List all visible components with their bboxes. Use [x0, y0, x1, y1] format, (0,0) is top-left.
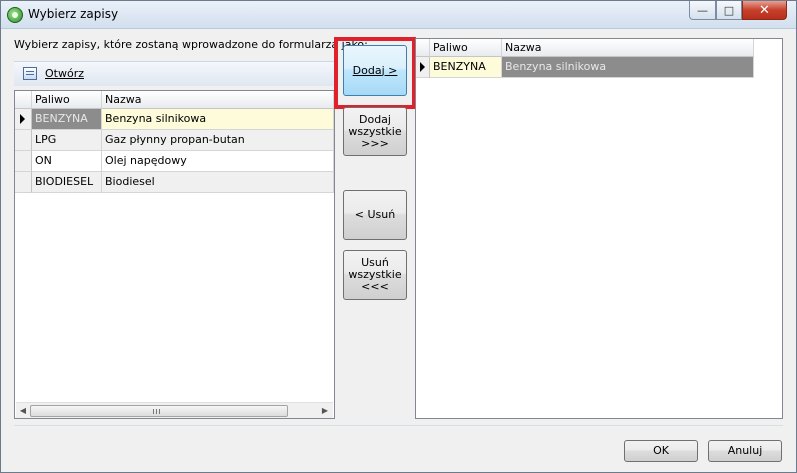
minimize-icon[interactable]: —: [689, 1, 716, 20]
row-header-corner: [416, 39, 430, 57]
remove-all-button-label: Usuń wszystkie <<<: [348, 256, 402, 293]
highlight-box: [334, 37, 416, 109]
column-header-nazwa[interactable]: Nazwa: [502, 39, 754, 57]
table-row[interactable]: LPG Gaz płynny propan-butan: [15, 130, 334, 151]
document-icon: [23, 67, 37, 80]
current-row-arrow-icon: [20, 114, 25, 124]
table-row[interactable]: BIODIESEL Biodiesel: [15, 172, 334, 193]
scroll-right-icon[interactable]: ▶: [319, 405, 331, 417]
cell-paliwo[interactable]: ON: [32, 151, 102, 172]
row-selector[interactable]: [15, 130, 32, 151]
table-row[interactable]: BENZYNA Benzyna silnikowa: [416, 57, 754, 78]
remove-button-label: < Usuń: [354, 208, 396, 221]
remove-all-button[interactable]: Usuń wszystkie <<<: [343, 250, 407, 300]
cell-paliwo[interactable]: BENZYNA: [32, 109, 102, 130]
available-records-grid[interactable]: Paliwo Nazwa BENZYNA Benzyna silnikowa L…: [14, 90, 335, 419]
instruction-label: Wybierz zapisy, które zostaną wprowadzon…: [14, 38, 368, 51]
row-selector[interactable]: [15, 109, 32, 130]
cell-paliwo[interactable]: BIODIESEL: [32, 172, 102, 193]
window-title: Wybierz zapisy: [28, 7, 119, 21]
title-bar[interactable]: Wybierz zapisy — □ ✕: [1, 1, 796, 29]
add-all-button[interactable]: Dodaj wszystkie >>>: [343, 107, 407, 156]
row-selector[interactable]: [416, 57, 430, 78]
cell-nazwa[interactable]: Benzyna silnikowa: [502, 57, 754, 78]
cell-nazwa[interactable]: Biodiesel: [102, 172, 334, 193]
app-icon: [7, 7, 23, 23]
selected-records-grid[interactable]: Paliwo Nazwa BENZYNA Benzyna silnikowa: [415, 38, 783, 419]
grip-icon: [153, 409, 160, 414]
cancel-button-label: Anuluj: [727, 444, 763, 457]
cell-paliwo[interactable]: LPG: [32, 130, 102, 151]
horizontal-scrollbar[interactable]: ◀ ▶: [16, 402, 333, 418]
column-header-paliwo[interactable]: Paliwo: [32, 91, 102, 109]
close-icon[interactable]: ✕: [742, 1, 787, 20]
column-header-nazwa[interactable]: Nazwa: [102, 91, 334, 109]
ok-button-label: OK: [653, 444, 669, 457]
row-selector[interactable]: [15, 172, 32, 193]
separator: [14, 425, 783, 426]
open-button-label: Otwórz: [45, 67, 84, 80]
dialog-window: Wybierz zapisy — □ ✕ Wybierz zapisy, któ…: [0, 0, 797, 473]
table-row[interactable]: ON Olej napędowy: [15, 151, 334, 172]
table-row[interactable]: BENZYNA Benzyna silnikowa: [15, 109, 334, 130]
row-selector[interactable]: [15, 151, 32, 172]
cancel-button[interactable]: Anuluj: [708, 440, 782, 462]
scroll-thumb[interactable]: [30, 405, 288, 417]
open-button[interactable]: Otwórz: [14, 61, 335, 86]
cell-nazwa[interactable]: Benzyna silnikowa: [102, 109, 334, 130]
cell-paliwo[interactable]: BENZYNA: [430, 57, 502, 78]
row-header-corner: [15, 91, 32, 109]
cell-nazwa[interactable]: Gaz płynny propan-butan: [102, 130, 334, 151]
scroll-left-icon[interactable]: ◀: [17, 405, 29, 417]
ok-button[interactable]: OK: [624, 440, 698, 462]
add-all-button-label: Dodaj wszystkie >>>: [348, 112, 402, 150]
remove-button[interactable]: < Usuń: [343, 190, 407, 240]
current-row-arrow-icon: [420, 62, 425, 72]
column-header-paliwo[interactable]: Paliwo: [430, 39, 502, 57]
maximize-icon[interactable]: □: [716, 1, 742, 20]
cell-nazwa[interactable]: Olej napędowy: [102, 151, 334, 172]
